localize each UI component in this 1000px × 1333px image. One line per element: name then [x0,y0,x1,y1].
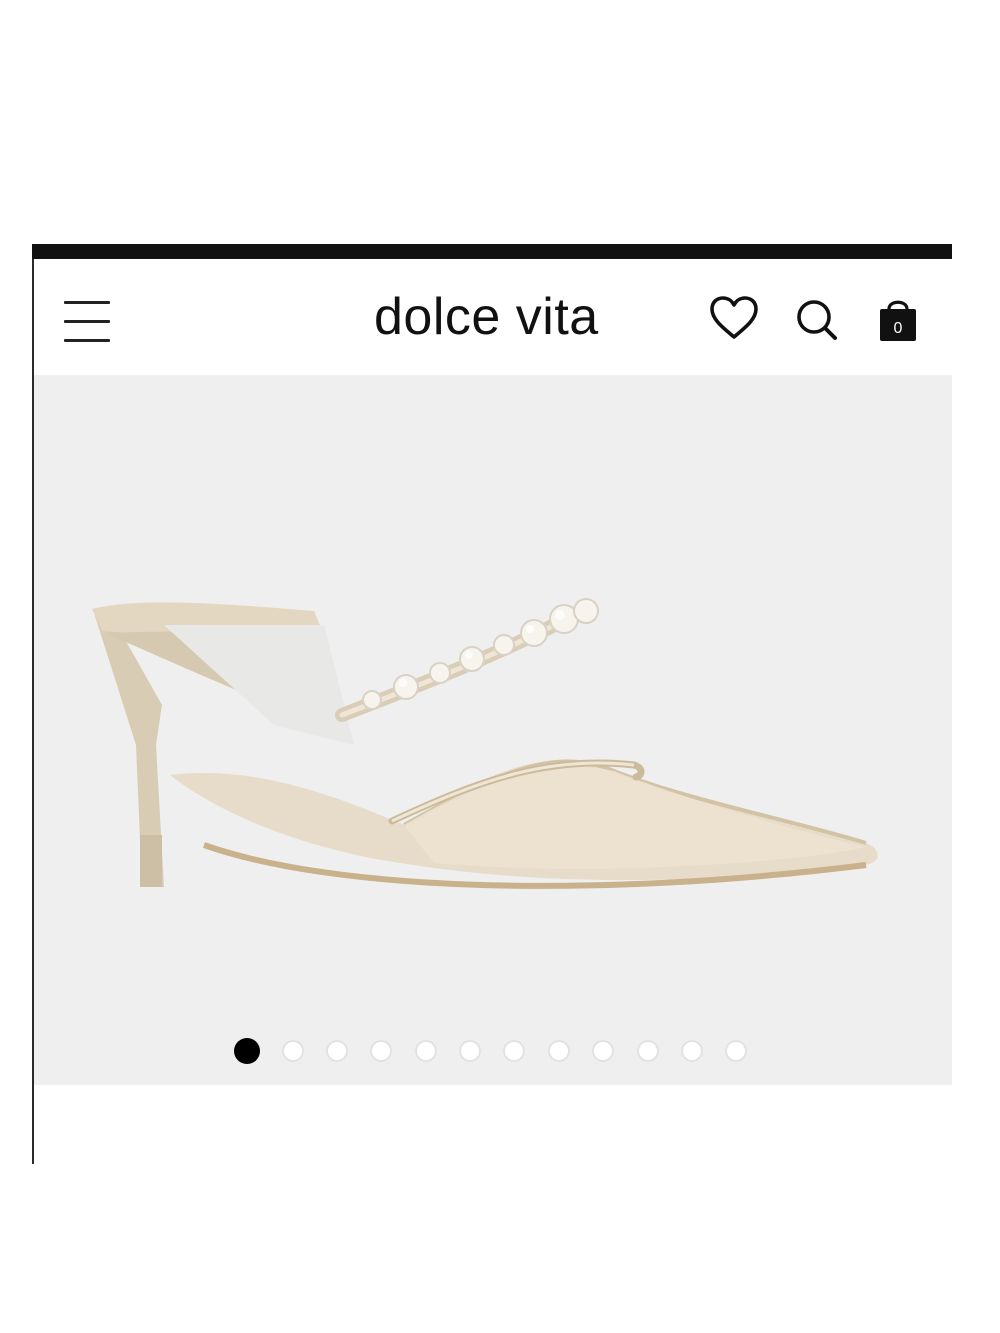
carousel-dot[interactable] [503,1040,525,1062]
hamburger-menu-icon[interactable] [64,299,110,343]
product-image-carousel[interactable] [34,375,952,1085]
product-image-pearl-mule [92,598,878,889]
carousel-dot[interactable] [592,1040,614,1062]
carousel-dot[interactable] [459,1040,481,1062]
top-border-bar [32,244,952,259]
heart-icon[interactable] [706,291,762,347]
carousel-dot[interactable] [370,1040,392,1062]
shopping-bag-icon[interactable]: 0 [870,291,926,347]
cart-count: 0 [894,320,903,337]
carousel-dot[interactable] [681,1040,703,1062]
carousel-dot[interactable] [282,1040,304,1062]
carousel-dot-active[interactable] [234,1038,260,1064]
carousel-dot[interactable] [548,1040,570,1062]
carousel-dot[interactable] [415,1040,437,1062]
carousel-dot[interactable] [725,1040,747,1062]
carousel-dot[interactable] [637,1040,659,1062]
brand-logo[interactable]: dolce vita [374,287,599,347]
site-header: dolce vita 0 [34,259,952,375]
carousel-dot[interactable] [326,1040,348,1062]
search-icon[interactable] [790,291,846,347]
page: dolce vita 0 [0,0,1000,1333]
